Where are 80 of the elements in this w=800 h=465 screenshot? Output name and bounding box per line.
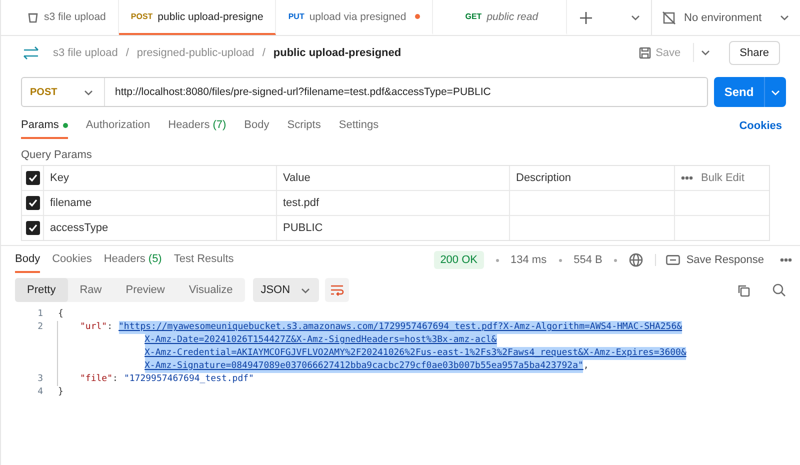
cookies-link[interactable]: Cookies — [739, 120, 782, 132]
table-cell: accessType — [50, 222, 108, 234]
table-cell: filename — [50, 197, 92, 209]
search-icon — [772, 283, 786, 297]
response-tab[interactable]: Headers (5) — [104, 247, 162, 273]
no-environment-icon — [662, 10, 676, 24]
url-field[interactable]: http://localhost:8080/files/pre-signed-url?filename=test.pdf&accessType=PUBLIC — [105, 86, 491, 98]
view-mode-button[interactable]: Preview — [114, 278, 177, 302]
json-key: "file" — [80, 373, 113, 386]
more-icon — [681, 176, 693, 180]
response-size: 554 B — [574, 254, 602, 266]
request-section-tab[interactable]: Settings — [338, 113, 379, 139]
request-section-tab[interactable]: Headers (7) — [168, 113, 226, 139]
code-text: { — [58, 309, 64, 319]
wrap-icon — [330, 284, 344, 296]
breadcrumb-separator: / — [261, 46, 266, 58]
code-text: : — [107, 321, 113, 334]
line-number: 2 — [36, 321, 44, 334]
json-string[interactable]: X-Amz-Signature=084947089e037066627412bba9cacbc279cf0ae03b007b55ea957a5ba423792a" — [144, 360, 584, 373]
wrap-lines-button[interactable] — [325, 278, 350, 302]
collection-icon — [27, 10, 39, 22]
save-response-icon — [666, 255, 680, 265]
method-selector[interactable]: POST — [22, 78, 105, 106]
request-section-tab[interactable]: Params — [21, 113, 68, 139]
column-header: Description — [516, 172, 572, 184]
code-text: , — [583, 360, 589, 373]
line-number: 3 — [36, 373, 44, 386]
request-section-tab[interactable]: Body — [244, 113, 270, 139]
column-header: Key — [50, 172, 69, 184]
save-button[interactable]: Save — [632, 42, 687, 62]
request-tab[interactable]: PUT upload via presigned — [276, 0, 434, 35]
breadcrumb-item[interactable]: s3 file upload — [53, 46, 118, 58]
separator-dot — [496, 258, 498, 262]
status-badge: 200 OK — [434, 251, 484, 269]
checkbox[interactable] — [26, 171, 40, 185]
send-options-button[interactable] — [764, 77, 786, 107]
json-string: "1729957467694_test.pdf" — [124, 373, 254, 386]
breadcrumb-item: public upload-presigned — [273, 46, 402, 58]
environment-selector[interactable]: No environment — [651, 0, 800, 35]
share-button[interactable]: Share — [728, 40, 780, 64]
bulk-edit-link[interactable]: Bulk Edit — [701, 172, 744, 184]
json-key: "url" — [80, 321, 108, 373]
breadcrumb-separator: / — [124, 46, 130, 58]
response-tab[interactable]: Body — [15, 247, 40, 273]
table-cell: test.pdf — [283, 197, 320, 209]
request-tab[interactable]: s3 file upload — [15, 0, 119, 35]
globe-icon — [629, 253, 644, 267]
more-icon — [780, 258, 792, 262]
send-button[interactable]: Send — [714, 77, 764, 107]
json-string[interactable]: X-Amz-Date=20241026T154427Z&X-Amz-SignedHeaders=host%3Bx-amz-acl& — [144, 334, 497, 347]
response-tab[interactable]: Test Results — [174, 247, 234, 273]
code-text: : — [112, 373, 118, 386]
view-mode-button[interactable]: Raw — [68, 278, 114, 302]
json-string[interactable]: X-Amz-Credential=AKIAYMCOFGJVFLVO2AMY%2F20241026%2Fus-east-1%2Fs3%2Faws4_request&X-Amz-Expires=3600& — [144, 347, 686, 360]
plus-icon — [579, 10, 594, 24]
separator-dot — [614, 258, 618, 262]
view-mode-button[interactable]: Pretty — [15, 278, 68, 302]
checkbox[interactable] — [26, 221, 40, 235]
line-number: 1 — [36, 308, 44, 321]
line-number: 4 — [36, 386, 44, 399]
format-dropdown[interactable]: JSON — [252, 278, 320, 302]
section-title: Query Params — [20, 148, 93, 163]
http-icon — [23, 46, 39, 60]
save-icon — [638, 46, 651, 58]
copy-icon — [737, 284, 750, 296]
request-tab[interactable]: GET public read — [433, 0, 568, 35]
checkbox[interactable] — [26, 196, 40, 210]
request-tab[interactable]: POST public upload-presigne — [118, 0, 276, 35]
code-text: } — [58, 387, 64, 397]
request-section-tab[interactable]: Scripts — [287, 113, 321, 139]
response-tab[interactable]: Cookies — [52, 247, 92, 273]
table-cell: PUBLIC — [283, 222, 323, 234]
column-header: Value — [283, 172, 310, 184]
view-mode-button[interactable]: Visualize — [176, 278, 245, 302]
json-string[interactable]: "https://myawesomeuniquebucket.s3.amazonaws.com/1729957467694_test.pdf?X-Amz-Algorithm=AWS4-HMAC-SHA256& — [118, 321, 682, 334]
separator-dot — [558, 258, 562, 262]
request-section-tab[interactable]: Authorization — [86, 113, 150, 139]
save-response-button[interactable]: Save Response — [655, 254, 764, 266]
response-time: 134 ms — [510, 254, 547, 266]
breadcrumb-item[interactable]: presigned-public-upload — [136, 46, 254, 58]
